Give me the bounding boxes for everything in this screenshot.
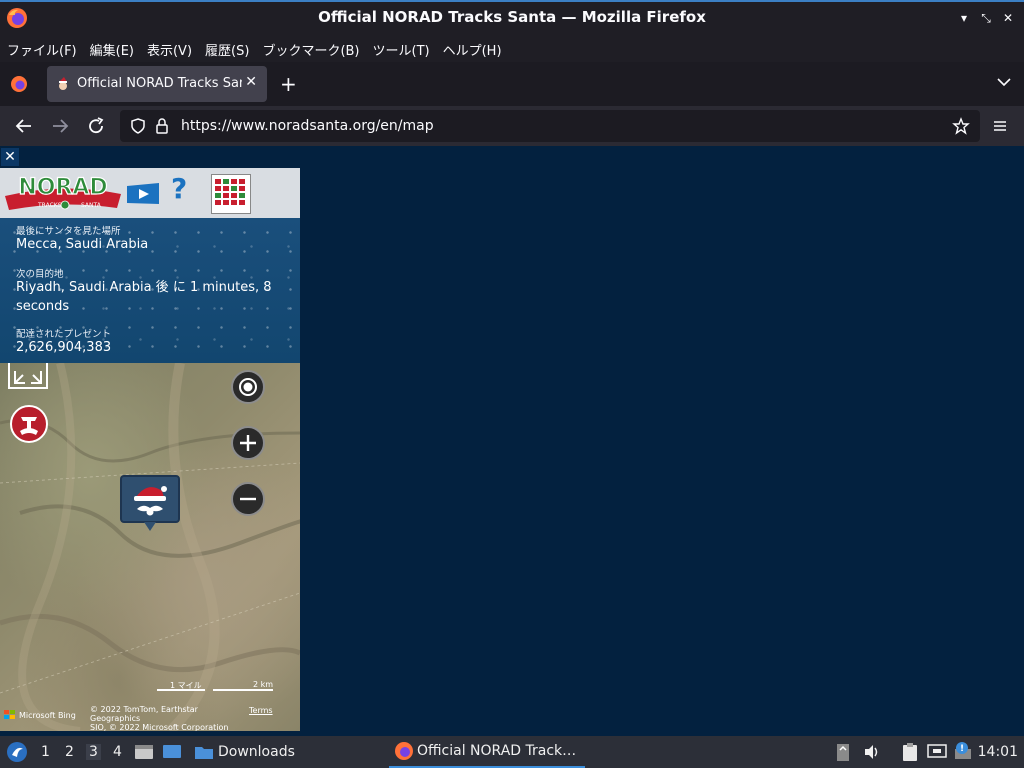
workspace-2[interactable]: 2 — [65, 744, 74, 760]
menu-bookmarks[interactable]: ブックマーク(B) — [255, 35, 365, 59]
svg-text:SANTA: SANTA — [81, 202, 102, 209]
menu-tools[interactable]: ツール(T) — [366, 35, 436, 59]
reload-icon[interactable] — [86, 116, 106, 136]
firefox-icon — [395, 742, 413, 760]
panel-header: NORAD TRACKS SANTA ? — [0, 168, 300, 218]
taskbar-firefox-window[interactable]: Official NORAD Track… — [389, 736, 585, 768]
file-manager-icon[interactable] — [134, 743, 154, 761]
start-menu-icon[interactable] — [6, 741, 28, 763]
navigation-bar: https://www.noradsanta.org/en/map — [0, 106, 1024, 146]
village-calendar-icon[interactable] — [211, 174, 251, 214]
menu-history[interactable]: 履歴(S) — [198, 35, 255, 59]
scale-km: 2 km — [253, 680, 274, 689]
menu-bar: ファイル(F) 編集(E) 表示(V) 履歴(S) ブックマーク(B) ツール(T) ヘルプ… — [0, 35, 1024, 62]
menu-help[interactable]: ヘルプ(H) — [436, 35, 508, 59]
bookmark-star-icon[interactable] — [952, 117, 970, 135]
santa-location-marker[interactable] — [120, 475, 180, 535]
bing-label: Microsoft Bing — [19, 710, 76, 720]
list-all-tabs-icon[interactable] — [996, 74, 1012, 90]
firefox-view-icon[interactable] — [10, 75, 28, 93]
norad-tracks-santa-logo[interactable]: NORAD TRACKS SANTA — [3, 170, 123, 214]
norad-tracker-icon[interactable] — [10, 405, 48, 443]
next-stop-value: Riyadh, Saudi Arabia 後 に 1 minutes, 8 se… — [16, 280, 272, 314]
menu-file[interactable]: ファイル(F) — [0, 35, 83, 59]
clock: 14:01 — [977, 744, 1018, 760]
scale-bar-miles — [157, 689, 205, 691]
clipboard-tray-icon[interactable] — [836, 742, 850, 762]
window-title: Official NORAD Tracks Santa — Mozilla Fi… — [318, 8, 706, 26]
notification-icon[interactable]: ! — [953, 741, 973, 761]
gifts-delivered-value: 2,626,904,383 — [16, 340, 112, 355]
attribution-line-1: © 2022 TomTom, Earthstar Geographics — [90, 705, 198, 723]
fullscreen-icon[interactable] — [8, 363, 48, 389]
maximize-icon[interactable]: ⤡ — [978, 10, 994, 26]
help-icon[interactable]: ? — [171, 172, 187, 205]
tab-norad[interactable]: Official NORAD Tracks Santa ✕ — [47, 66, 267, 102]
window-titlebar: Official NORAD Tracks Santa — Mozilla Fi… — [0, 0, 1024, 35]
close-window-icon[interactable]: ✕ — [1000, 10, 1016, 26]
tab-close-icon[interactable]: ✕ — [245, 74, 257, 90]
satellite-map[interactable]: 1 マイル 2 km Microsoft Bing © 2022 TomTom,… — [0, 363, 300, 731]
svg-text:NORAD: NORAD — [18, 175, 107, 200]
show-desktop-icon[interactable] — [162, 743, 182, 761]
microsoft-logo-icon — [4, 710, 15, 719]
lock-icon[interactable] — [153, 117, 171, 135]
svg-text:TRACKS: TRACKS — [37, 202, 62, 209]
map-attribution: © 2022 TomTom, Earthstar Geographics SIO… — [90, 705, 250, 731]
workspace-4[interactable]: 4 — [113, 744, 122, 760]
tracking-protection-shield-icon[interactable] — [129, 117, 147, 135]
tab-bar: Official NORAD Tracks Santa ✕ + — [0, 62, 1024, 106]
zoom-out-button[interactable] — [231, 482, 265, 516]
santa-favicon-icon — [59, 77, 67, 90]
new-tab-button[interactable]: + — [280, 72, 297, 96]
zoom-in-button[interactable] — [231, 426, 265, 460]
close-panel-button[interactable]: ✕ — [1, 148, 19, 166]
video-icon[interactable] — [125, 182, 161, 206]
workspace-1[interactable]: 1 — [41, 744, 50, 760]
page-content: ✕ NORAD TRACKS SANTA ? 最後にサンタを見た場所 Mecca… — [0, 146, 1024, 736]
volume-icon[interactable] — [863, 743, 881, 761]
network-icon[interactable] — [927, 743, 947, 761]
minus-icon — [240, 497, 256, 501]
last-seen-value: Mecca, Saudi Arabia — [16, 237, 149, 252]
locate-santa-button[interactable] — [231, 370, 265, 404]
menu-edit[interactable]: 編集(E) — [83, 35, 140, 59]
scale-bar-km — [213, 689, 273, 691]
back-icon[interactable] — [14, 116, 34, 136]
app-menu-icon[interactable] — [990, 116, 1010, 136]
forward-icon[interactable] — [50, 116, 70, 136]
folder-icon[interactable] — [194, 743, 214, 761]
workspace-3[interactable]: 3 — [86, 744, 101, 760]
svg-text:!: ! — [960, 744, 964, 754]
plus-icon — [240, 435, 256, 451]
url-bar[interactable]: https://www.noradsanta.org/en/map — [120, 110, 980, 142]
tab-title: Official NORAD Tracks Santa — [77, 76, 242, 91]
clipboard-manager-icon[interactable] — [900, 742, 920, 762]
terms-link[interactable]: Terms — [249, 706, 273, 715]
bing-logo: Microsoft Bing — [4, 710, 76, 720]
attribution-line-2: SIO, © 2022 Microsoft Corporation — [90, 723, 229, 731]
minimize-icon[interactable]: ▾ — [956, 10, 972, 26]
taskbar: 1 2 3 4 Downloads Official NORAD Track… — [0, 736, 1024, 768]
target-icon — [239, 378, 257, 396]
taskbar-downloads[interactable]: Downloads — [218, 744, 295, 760]
taskbar-window-title: Official NORAD Track… — [417, 743, 577, 759]
menu-view[interactable]: 表示(V) — [140, 35, 198, 59]
url-text: https://www.noradsanta.org/en/map — [181, 118, 434, 134]
tracker-info-panel: 最後にサンタを見た場所 Mecca, Saudi Arabia 次の目的地 Ri… — [0, 218, 300, 363]
